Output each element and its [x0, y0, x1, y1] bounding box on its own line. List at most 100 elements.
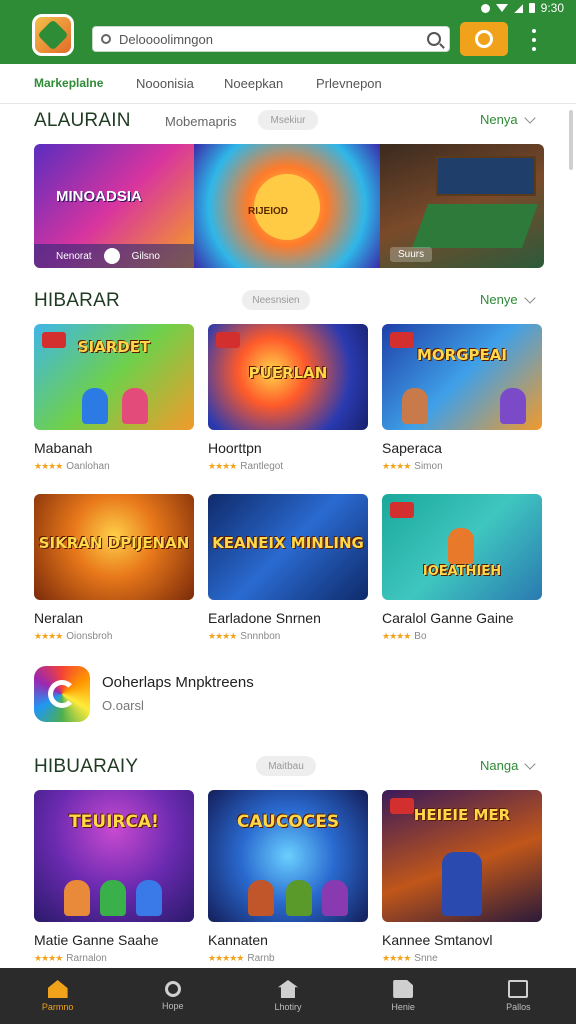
character-icon [402, 388, 428, 424]
badge-icon [216, 332, 240, 348]
dot-icon [532, 37, 536, 42]
game-meta: ★★★★ Oionsbroh [34, 631, 194, 642]
bottom-navigation: Parmno Hope Lhotiry Henie Pallos [0, 968, 576, 1024]
controller-icon [103, 248, 120, 264]
game-thumbnail: IOEATHIEH [382, 494, 542, 600]
house-icon [277, 980, 298, 998]
game-meta-text: Bo [414, 631, 427, 642]
game-title: Kannee Smtanovl [382, 932, 493, 948]
nav-item-library[interactable]: Lhotiry [230, 968, 345, 1024]
game-thumbnail: HEIEIE MER [382, 790, 542, 922]
game-title: Earladone Snrnen [208, 610, 321, 626]
scrollbar[interactable] [569, 110, 573, 170]
app-logo[interactable] [32, 14, 74, 56]
nav-item-documents[interactable]: Henie [346, 968, 461, 1024]
nav-label: Hope [162, 1001, 184, 1011]
banner-panel[interactable]: RIJEIOD [194, 144, 380, 268]
game-card[interactable]: HEIEIE MER Kannee Smtanovl ★★★★ Snne [382, 790, 542, 964]
game-meta-text: Rantlegot [240, 461, 284, 472]
game-meta: ★★★★ Rantlegot [208, 461, 368, 472]
search-icon[interactable] [427, 32, 441, 46]
see-more-link[interactable]: Nenye [480, 291, 536, 307]
rating-stars: ★★★★ [34, 631, 63, 641]
nav-item-search[interactable]: Hope [115, 968, 230, 1024]
app-meta: O.oarsl [102, 698, 144, 713]
app-list-item[interactable]: Ooherlaps Mnpktreens O.oarsl [34, 666, 544, 726]
rating-stars: ★★★★★ [208, 953, 244, 963]
rating-stars: ★★★★ [382, 631, 411, 641]
game-meta-text: Oanlohan [66, 461, 110, 472]
game-meta: ★★★★ Bo [382, 631, 542, 642]
app-root: 9:30 Markeplalne Nooonisia Noeepkan Prle… [0, 0, 576, 1024]
wifi-icon [495, 4, 508, 12]
see-more-label: Nenya [480, 112, 518, 127]
game-meta-text: Simon [414, 461, 443, 472]
chevron-down-icon [523, 111, 536, 124]
search-icon [164, 981, 181, 997]
character-icon [64, 880, 90, 916]
tab-third[interactable]: Noeepkan [224, 76, 283, 91]
game-title: Mabanah [34, 440, 93, 456]
section-title: ALAURAIN [34, 110, 131, 131]
nav-item-profile[interactable]: Pallos [461, 968, 576, 1024]
featured-banner[interactable]: MINOADSIA Nenorat Gilsno RIJEIOD Suurs [34, 144, 544, 268]
section-title: HIBUARAIY [34, 756, 139, 777]
game-thumbnail: SIARDET [34, 324, 194, 430]
character-icon [442, 852, 482, 916]
overflow-menu-button[interactable] [524, 26, 544, 54]
game-thumbnail: MORGPEAI [382, 324, 542, 430]
banner-panel[interactable]: Suurs [380, 144, 544, 268]
tab-second[interactable]: Nooonisia [136, 76, 194, 91]
game-card[interactable]: IOEATHIEH Caralol Ganne Gaine ★★★★ Bo [382, 494, 542, 642]
game-meta-text: Oionsbroh [66, 631, 113, 642]
section-filter-pill[interactable]: Msekiur [258, 110, 318, 130]
search-input[interactable] [119, 31, 427, 47]
game-table-image [411, 204, 539, 248]
game-card[interactable]: MORGPEAI Saperaca ★★★★ Simon [382, 324, 542, 472]
nav-item-home[interactable]: Parmno [0, 968, 115, 1024]
rating-stars: ★★★★ [34, 461, 63, 471]
rating-stars: ★★★★ [382, 953, 411, 963]
game-title: Hoorttpn [208, 440, 262, 456]
status-time: 9:30 [540, 1, 564, 15]
game-card[interactable]: TEUIRCA! Matie Ganne Saahe ★★★★ Rarnalon [34, 790, 194, 964]
game-meta: ★★★★★ Rarnb [208, 953, 368, 964]
nav-label: Lhotiry [274, 1002, 302, 1012]
nav-label: Henie [391, 1002, 415, 1012]
character-icon [122, 388, 148, 424]
box-icon [508, 980, 529, 998]
thumbnail-title: SIKRAN DPIJENAN [38, 534, 190, 553]
game-title: Caralol Ganne Gaine [382, 610, 514, 626]
game-thumbnail: CAUCOCES [208, 790, 368, 922]
rating-stars: ★★★★ [34, 953, 63, 963]
game-meta-text: Rarnb [247, 953, 275, 964]
game-meta-text: Rarnalon [66, 953, 107, 964]
character-icon [500, 388, 526, 424]
game-card[interactable]: CAUCOCES Kannaten ★★★★★ Rarnb [208, 790, 368, 964]
profile-button[interactable] [460, 22, 508, 56]
search-prefix-icon [101, 34, 111, 44]
thumbnail-title: SIARDET [77, 338, 151, 356]
tab-marketplace[interactable]: Markeplalne [34, 76, 103, 90]
thumbnail-title: MORGPEAI [417, 346, 507, 364]
banner-footer-right: Gilsno [131, 250, 160, 262]
section-filter-pill[interactable]: Maitbau [256, 756, 316, 776]
banner-tag: Suurs [390, 247, 433, 262]
search-bar[interactable] [92, 26, 450, 52]
doc-icon [393, 980, 414, 998]
banner-footer-left: Nenorat [56, 250, 92, 262]
game-card[interactable]: SIKRAN DPIJENAN Neralan ★★★★ Oionsbroh [34, 494, 194, 642]
game-card[interactable]: KEANEIX MINLING Earladone Snrnen ★★★★ Sn… [208, 494, 368, 642]
category-tabs: Markeplalne Nooonisia Noeepkan Prlevnepo… [0, 64, 576, 104]
game-card[interactable]: SIARDET Mabanah ★★★★ Oanlohan [34, 324, 194, 472]
rating-stars: ★★★★ [208, 461, 237, 471]
see-more-link[interactable]: Nenya [480, 111, 536, 127]
nav-label: Pallos [506, 1002, 531, 1012]
character-icon [248, 880, 274, 916]
section-filter-pill[interactable]: Neesnsien [242, 290, 310, 310]
tab-fourth[interactable]: Prlevnepon [316, 76, 382, 91]
banner-panel[interactable]: MINOADSIA Nenorat Gilsno [34, 144, 194, 268]
game-card[interactable]: PUERLAN Hoorttpn ★★★★ Rantlegot [208, 324, 368, 472]
dot-icon [532, 28, 536, 33]
see-more-link[interactable]: Nanga [480, 757, 536, 773]
